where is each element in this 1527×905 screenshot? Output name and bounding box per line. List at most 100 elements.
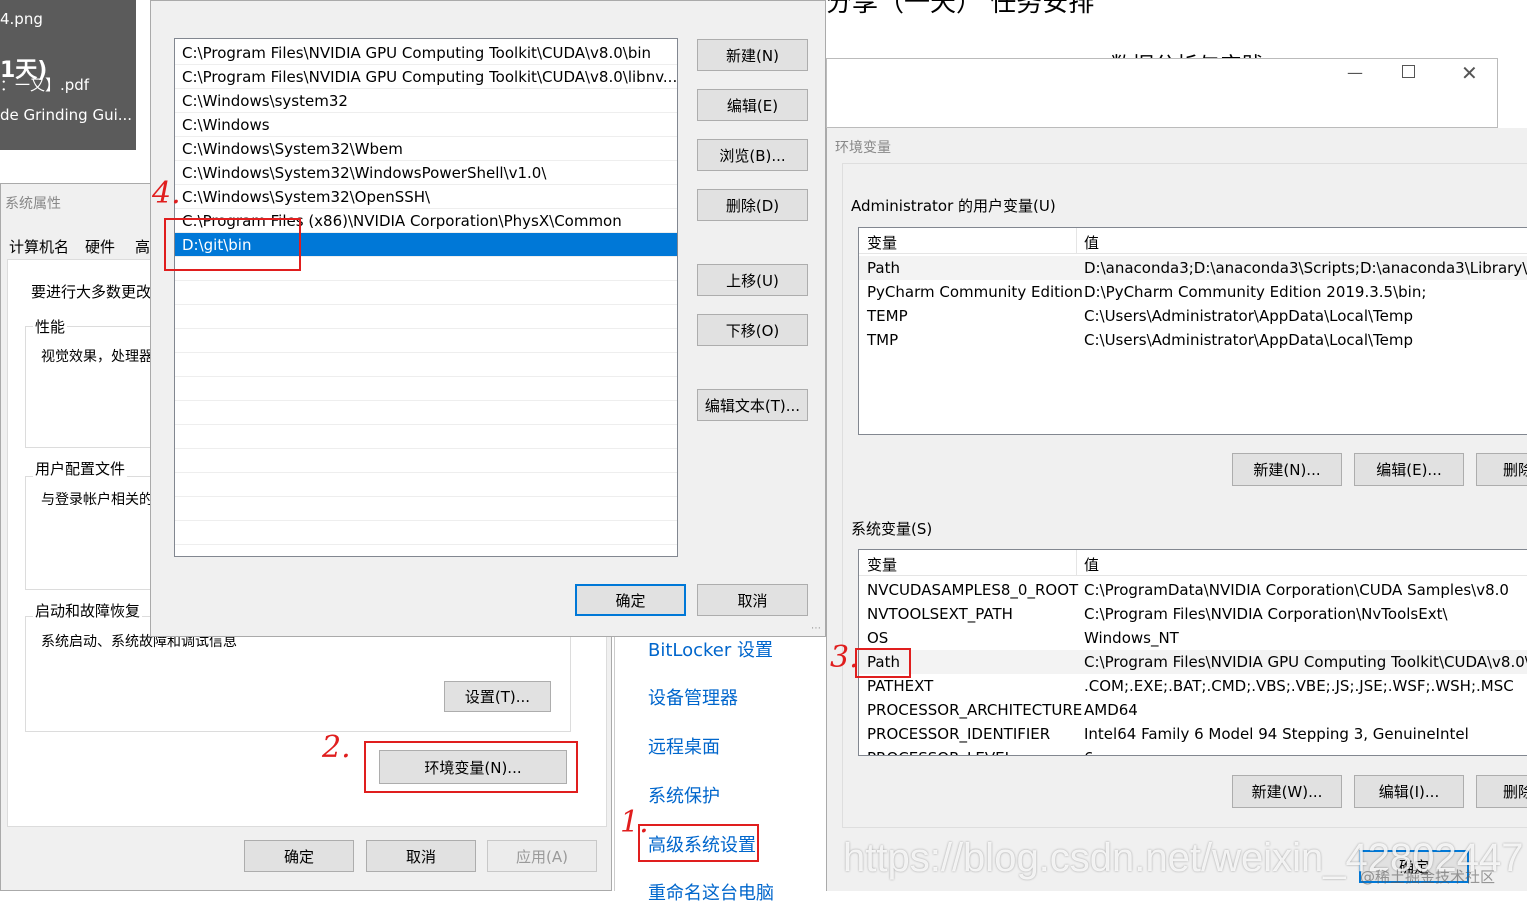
watermark-community: @稀土掘金技术社区	[1360, 868, 1496, 886]
table-header: 变量 值	[859, 550, 1527, 576]
annotation-box-sys-path	[855, 648, 911, 678]
minimize-icon[interactable]: —	[1347, 63, 1363, 82]
system-protection-link[interactable]: 系统保护	[648, 782, 720, 808]
tab-computer-name[interactable]: 计算机名	[9, 236, 69, 257]
column-divider	[1076, 228, 1077, 254]
environment-variables-dialog: 环境变量 Administrator 的用户变量(U) 变量 值 Path D:\…	[826, 128, 1527, 891]
bitlocker-link[interactable]: BitLocker 设置	[648, 636, 773, 662]
step-number-3: 3.	[830, 640, 859, 675]
user-edit-button[interactable]: 编辑(E)...	[1354, 453, 1464, 486]
maximize-icon[interactable]	[1402, 65, 1415, 78]
move-up-button[interactable]: 上移(U)	[697, 264, 808, 296]
annotation-box-path-entry	[164, 218, 301, 271]
annotation-box-env-button	[364, 741, 578, 793]
variable-name: PROCESSOR_ARCHITECTURE	[867, 701, 1083, 719]
variable-name: PROCESSOR_LEVEL	[867, 746, 1013, 755]
performance-desc: 视觉效果，处理器	[41, 349, 153, 365]
device-manager-link[interactable]: 设备管理器	[648, 684, 738, 710]
resize-grip-icon[interactable]: ⋯	[811, 623, 821, 634]
tab-strip: 计算机名 硬件 高	[5, 232, 165, 260]
path-entry[interactable]: C:\Windows\System32\WindowsPowerShell\v1…	[175, 161, 677, 185]
user-delete-button[interactable]: 删除	[1476, 453, 1527, 486]
ok-button[interactable]: 确定	[244, 840, 354, 872]
background-window: — ✕	[826, 58, 1498, 128]
step-number-1: 1.	[620, 805, 649, 840]
tab-advanced[interactable]: 高	[135, 236, 150, 257]
variable-name: NVTOOLSEXT_PATH	[867, 605, 1013, 623]
sys-new-button[interactable]: 新建(W)...	[1232, 775, 1342, 808]
table-row[interactable]: TMP C:\Users\Administrator\AppData\Local\…	[859, 328, 1527, 352]
table-row[interactable]: Path C:\Program Files\NVIDIA GPU Computin…	[859, 650, 1527, 674]
table-row[interactable]: PROCESSOR_IDENTIFIER Intel64 Family 6 Mod…	[859, 722, 1527, 746]
empty-row	[175, 449, 677, 473]
user-vars-table[interactable]: 变量 值 Path D:\anaconda3;D:\anaconda3\Scrip…	[858, 227, 1527, 435]
dialog-title: 系统属性	[5, 196, 61, 212]
path-list[interactable]: C:\Program Files\NVIDIA GPU Computing To…	[174, 38, 678, 557]
table-row[interactable]: PROCESSOR_ARCHITECTURE AMD64	[859, 698, 1527, 722]
table-row[interactable]: NVTOOLSEXT_PATH C:\Program Files\NVIDIA C…	[859, 602, 1527, 626]
variable-value: Intel64 Family 6 Model 94 Stepping 3, Ge…	[1084, 725, 1469, 743]
remote-desktop-link[interactable]: 远程桌面	[648, 733, 720, 759]
sys-vars-table[interactable]: 变量 值 NVCUDASAMPLES8_0_ROOT C:\ProgramData…	[858, 549, 1527, 756]
empty-row	[175, 281, 677, 305]
path-entry[interactable]: C:\Windows	[175, 113, 677, 137]
close-icon[interactable]: ✕	[1461, 61, 1478, 85]
rename-pc-link[interactable]: 重命名这台电脑	[648, 879, 774, 905]
variable-name: TMP	[867, 331, 899, 349]
empty-row	[175, 521, 677, 545]
delete-button[interactable]: 删除(D)	[697, 189, 808, 221]
path-entry[interactable]: C:\Windows\system32	[175, 89, 677, 113]
user-new-button[interactable]: 新建(N)...	[1232, 453, 1342, 486]
table-row[interactable]: OS Windows_NT	[859, 626, 1527, 650]
path-entry[interactable]: C:\Windows\System32\Wbem	[175, 137, 677, 161]
table-row[interactable]: Path D:\anaconda3;D:\anaconda3\Scripts;D:…	[859, 256, 1527, 280]
path-entry[interactable]: C:\Program Files\NVIDIA GPU Computing To…	[175, 41, 677, 65]
variable-value: 6	[1084, 746, 1094, 755]
annotation-box-advanced-settings	[638, 824, 759, 862]
sys-edit-button[interactable]: 编辑(I)...	[1354, 775, 1464, 808]
cancel-button[interactable]: 取消	[697, 584, 808, 616]
edit-button[interactable]: 编辑(E)	[697, 89, 808, 121]
table-row[interactable]: TEMP C:\Users\Administrator\AppData\Local…	[859, 304, 1527, 328]
performance-title: 性能	[33, 316, 68, 337]
path-entry[interactable]: C:\Program Files\NVIDIA GPU Computing To…	[175, 65, 677, 89]
file-item[interactable]: 4.png	[0, 10, 43, 28]
variable-value: Windows_NT	[1084, 629, 1179, 647]
table-row[interactable]: PATHEXT .COM;.EXE;.BAT;.CMD;.VBS;.VBE;.JS…	[859, 674, 1527, 698]
variable-value: C:\Users\Administrator\AppData\Local\Tem…	[1084, 331, 1414, 349]
table-row[interactable]: NVCUDASAMPLES8_0_ROOT C:\ProgramData\NVID…	[859, 578, 1527, 602]
new-button[interactable]: 新建(N)	[697, 39, 808, 71]
edit-text-button[interactable]: 编辑文本(T)...	[697, 389, 808, 421]
file-item[interactable]: ：一又】.pdf	[0, 74, 89, 95]
cancel-button[interactable]: 取消	[366, 840, 476, 872]
path-entry[interactable]: C:\Windows\System32\OpenSSH\	[175, 185, 677, 209]
variable-name: OS	[867, 629, 889, 647]
column-header-variable[interactable]: 变量	[867, 232, 897, 253]
variable-value: C:\Users\Administrator\AppData\Local\Tem…	[1084, 307, 1414, 325]
empty-row	[175, 353, 677, 377]
profile-desc: 与登录帐户相关的	[41, 492, 153, 508]
variable-name: TEMP	[867, 307, 908, 325]
column-header-value[interactable]: 值	[1084, 554, 1099, 575]
table-row[interactable]: PROCESSOR_LEVEL 6	[859, 746, 1527, 755]
empty-row	[175, 473, 677, 497]
explorer-pane: 4.png 1天) ：一又】.pdf de Grinding Gui...	[0, 0, 136, 150]
edit-env-var-dialog: C:\Program Files\NVIDIA GPU Computing To…	[150, 0, 826, 637]
column-divider	[1076, 550, 1077, 576]
table-row[interactable]: PyCharm Community Edition D:\PyCharm Comm…	[859, 280, 1527, 304]
sys-vars-group-label: 系统变量(S)	[851, 520, 933, 538]
apply-button[interactable]: 应用(A)	[487, 840, 597, 872]
column-header-variable[interactable]: 变量	[867, 554, 897, 575]
column-header-value[interactable]: 值	[1084, 232, 1099, 253]
variable-value: D:\PyCharm Community Edition 2019.3.5\bi…	[1084, 283, 1427, 301]
browse-button[interactable]: 浏览(B)...	[697, 139, 808, 171]
tab-hardware[interactable]: 硬件	[85, 236, 115, 257]
ok-button[interactable]: 确定	[575, 584, 686, 616]
move-down-button[interactable]: 下移(O)	[697, 314, 808, 346]
profile-title: 用户配置文件	[33, 458, 128, 479]
startup-settings-button[interactable]: 设置(T)...	[444, 681, 551, 712]
doc-heading: 分享（一天） 任务安排	[826, 0, 1095, 18]
sys-delete-button[interactable]: 删除	[1476, 775, 1527, 808]
empty-row	[175, 329, 677, 353]
file-item[interactable]: de Grinding Gui...	[0, 106, 132, 124]
